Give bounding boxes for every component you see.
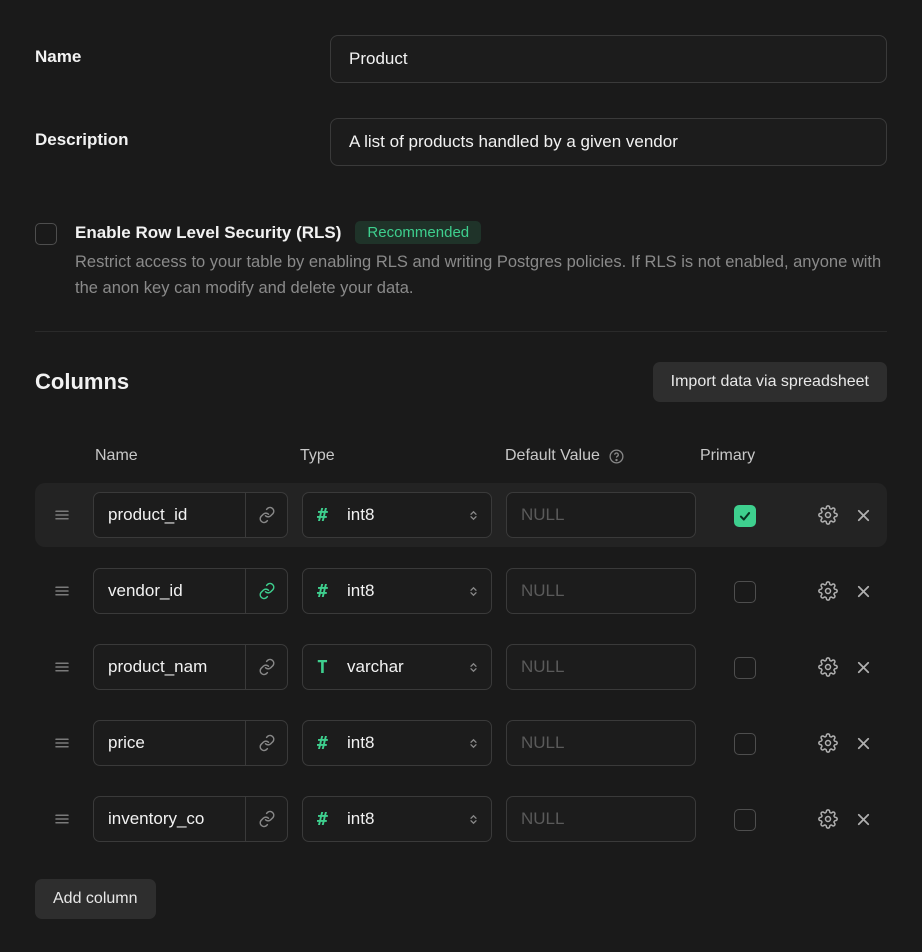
column-type-label: int8	[341, 505, 466, 525]
column-name-input[interactable]	[94, 493, 245, 537]
column-type-label: varchar	[341, 657, 466, 677]
rls-title: Enable Row Level Security (RLS)	[75, 223, 341, 243]
description-input[interactable]	[330, 118, 887, 166]
column-row: #int8	[35, 787, 887, 851]
column-row: #int8	[35, 711, 887, 775]
close-icon[interactable]	[854, 582, 873, 601]
type-glyph-icon: #	[317, 581, 341, 602]
header-name: Name	[95, 447, 300, 465]
column-type-select[interactable]: #int8	[302, 492, 492, 538]
add-column-button[interactable]: Add column	[35, 879, 156, 919]
column-name-input[interactable]	[94, 797, 245, 841]
help-icon[interactable]	[608, 448, 625, 465]
import-spreadsheet-button[interactable]: Import data via spreadsheet	[653, 362, 887, 402]
column-type-label: int8	[341, 581, 466, 601]
rls-description: Restrict access to your table by enablin…	[75, 250, 887, 301]
rls-checkbox[interactable]	[35, 223, 57, 245]
chevron-updown-icon	[466, 660, 481, 675]
default-value-input[interactable]	[506, 644, 696, 690]
column-type-select[interactable]: #int8	[302, 568, 492, 614]
link-icon[interactable]	[245, 493, 287, 537]
column-name-input[interactable]	[94, 569, 245, 613]
header-default: Default Value	[505, 447, 700, 465]
column-row: #int8	[35, 559, 887, 623]
close-icon[interactable]	[854, 506, 873, 525]
link-icon[interactable]	[245, 645, 287, 689]
header-primary: Primary	[700, 447, 780, 465]
link-icon[interactable]	[245, 569, 287, 613]
drag-handle-icon[interactable]	[53, 506, 93, 524]
columns-heading: Columns	[35, 369, 129, 395]
name-input[interactable]	[330, 35, 887, 83]
type-glyph-icon: T	[317, 657, 341, 678]
drag-handle-icon[interactable]	[53, 810, 93, 828]
column-name-input[interactable]	[94, 645, 245, 689]
description-label: Description	[35, 118, 330, 150]
primary-checkbox[interactable]	[734, 581, 756, 603]
divider	[35, 331, 887, 332]
chevron-updown-icon	[466, 508, 481, 523]
primary-checkbox[interactable]	[734, 809, 756, 831]
chevron-updown-icon	[466, 812, 481, 827]
type-glyph-icon: #	[317, 809, 341, 830]
drag-handle-icon[interactable]	[53, 582, 93, 600]
column-type-label: int8	[341, 809, 466, 829]
default-value-input[interactable]	[506, 720, 696, 766]
chevron-updown-icon	[466, 736, 481, 751]
chevron-updown-icon	[466, 584, 481, 599]
gear-icon[interactable]	[818, 581, 838, 601]
default-value-input[interactable]	[506, 568, 696, 614]
drag-handle-icon[interactable]	[53, 658, 93, 676]
type-glyph-icon: #	[317, 733, 341, 754]
close-icon[interactable]	[854, 658, 873, 677]
column-type-select[interactable]: Tvarchar	[302, 644, 492, 690]
header-type: Type	[300, 447, 505, 465]
close-icon[interactable]	[854, 734, 873, 753]
column-type-select[interactable]: #int8	[302, 796, 492, 842]
column-type-select[interactable]: #int8	[302, 720, 492, 766]
name-label: Name	[35, 35, 330, 67]
gear-icon[interactable]	[818, 733, 838, 753]
column-type-label: int8	[341, 733, 466, 753]
gear-icon[interactable]	[818, 505, 838, 525]
default-value-input[interactable]	[506, 492, 696, 538]
column-row: Tvarchar	[35, 635, 887, 699]
column-row: #int8	[35, 483, 887, 547]
gear-icon[interactable]	[818, 657, 838, 677]
recommended-badge: Recommended	[355, 221, 481, 244]
column-name-input[interactable]	[94, 721, 245, 765]
primary-checkbox[interactable]	[734, 733, 756, 755]
primary-checkbox[interactable]	[734, 505, 756, 527]
close-icon[interactable]	[854, 810, 873, 829]
drag-handle-icon[interactable]	[53, 734, 93, 752]
type-glyph-icon: #	[317, 505, 341, 526]
link-icon[interactable]	[245, 797, 287, 841]
default-value-input[interactable]	[506, 796, 696, 842]
link-icon[interactable]	[245, 721, 287, 765]
primary-checkbox[interactable]	[734, 657, 756, 679]
gear-icon[interactable]	[818, 809, 838, 829]
